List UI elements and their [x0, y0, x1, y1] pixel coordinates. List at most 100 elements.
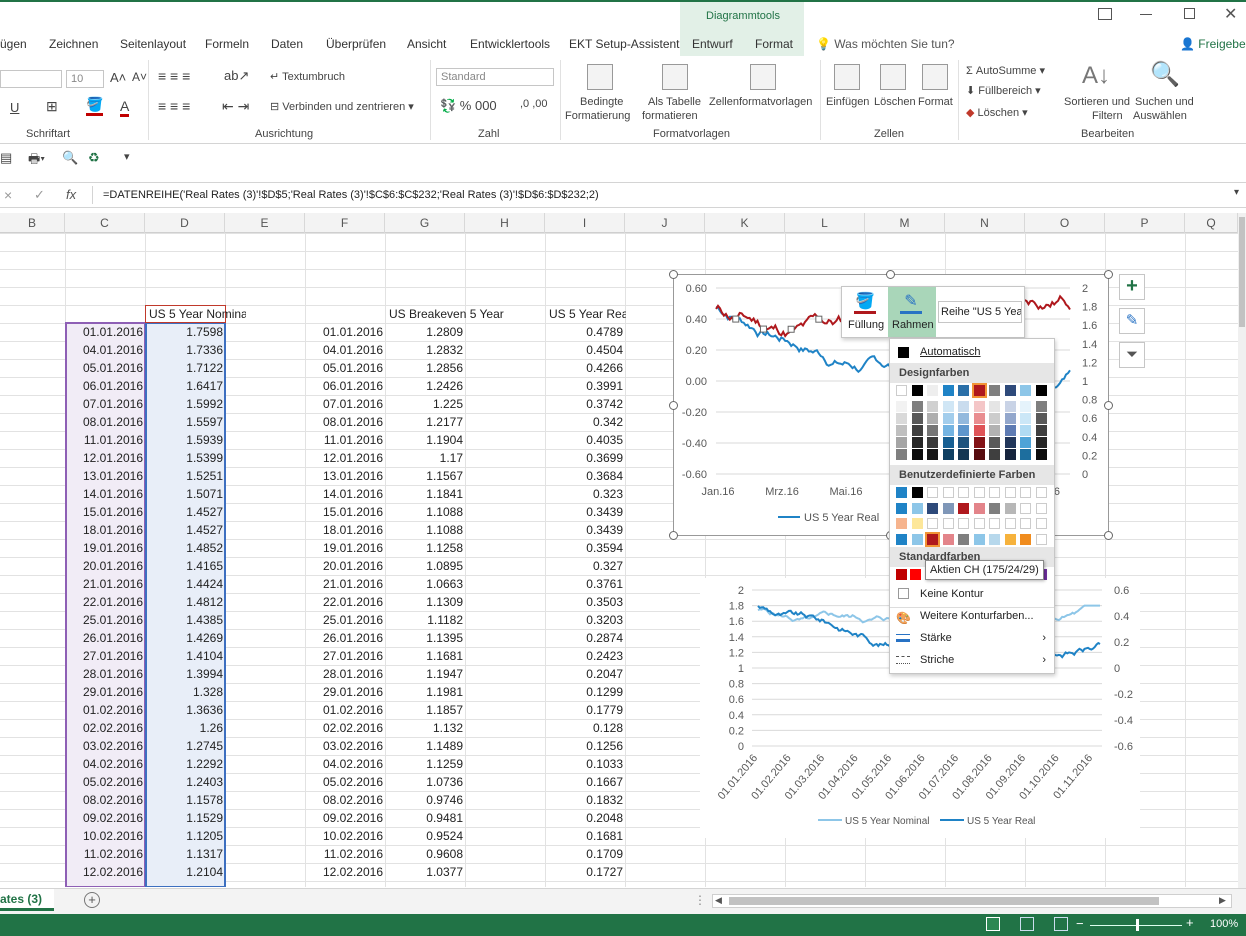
- custom-swatch[interactable]: [925, 531, 940, 547]
- cell-date-f[interactable]: 10.02.2016: [306, 827, 386, 845]
- cell-date-c[interactable]: 21.01.2016: [66, 575, 146, 593]
- col-header-g[interactable]: G: [385, 213, 465, 233]
- theme-tint-swatch[interactable]: [1035, 413, 1047, 424]
- cell-date-f[interactable]: 11.01.2016: [306, 431, 386, 449]
- header-us-breakeven[interactable]: US Breakeven 5 Year: [386, 305, 546, 323]
- cell-breakeven-g[interactable]: 1.1904: [386, 431, 466, 449]
- cell-date-c[interactable]: 03.02.2016: [66, 737, 146, 755]
- cell-breakeven-g[interactable]: 1.1182: [386, 611, 466, 629]
- cell-nominal-d[interactable]: 1.26: [146, 719, 226, 737]
- cell-nominal-d[interactable]: 1.4385: [146, 611, 226, 629]
- normal-view-icon[interactable]: [986, 917, 1000, 931]
- cell-date-f[interactable]: 06.01.2016: [306, 377, 386, 395]
- cell-date-f[interactable]: 18.01.2016: [306, 521, 386, 539]
- theme-tint-swatch[interactable]: [1020, 413, 1031, 424]
- cell-date-f[interactable]: 19.01.2016: [306, 539, 386, 557]
- custom-swatch[interactable]: [958, 487, 969, 498]
- custom-swatch[interactable]: [958, 502, 969, 514]
- conditional-formatting-label-2[interactable]: Formatierung: [565, 110, 630, 122]
- cell-nominal-d[interactable]: 1.6417: [146, 377, 226, 395]
- theme-tint-swatch[interactable]: [927, 449, 938, 460]
- theme-tint-swatch[interactable]: [1004, 437, 1016, 448]
- cell-nominal-d[interactable]: 1.4165: [146, 557, 226, 575]
- cell-real-i[interactable]: 0.3761: [546, 575, 626, 593]
- custom-swatch[interactable]: [896, 533, 907, 545]
- cell-date-f[interactable]: 01.02.2016: [306, 701, 386, 719]
- custom-swatch[interactable]: [989, 533, 1000, 545]
- cell-date-c[interactable]: 14.01.2016: [66, 485, 146, 503]
- find-select-label-1[interactable]: Suchen und: [1135, 96, 1194, 108]
- cell-date-c[interactable]: 05.02.2016: [66, 773, 146, 791]
- theme-tint-swatch[interactable]: [1004, 413, 1016, 424]
- zoom-in-icon[interactable]: +: [1186, 915, 1194, 930]
- cell-date-f[interactable]: 12.01.2016: [306, 449, 386, 467]
- cell-date-c[interactable]: 08.01.2016: [66, 413, 146, 431]
- custom-swatch[interactable]: [1004, 502, 1016, 514]
- custom-swatch[interactable]: [896, 487, 907, 498]
- cell-date-f[interactable]: 22.01.2016: [306, 593, 386, 611]
- shrink-font-icon[interactable]: A˅: [132, 70, 147, 84]
- tab-zeichnen[interactable]: Zeichnen: [49, 37, 98, 51]
- theme-tint-swatch[interactable]: [973, 425, 985, 436]
- border-icon[interactable]: ⊞: [46, 98, 58, 115]
- theme-tint-swatch[interactable]: [911, 425, 923, 436]
- cell-nominal-d[interactable]: 1.5251: [146, 467, 226, 485]
- theme-tint-swatch[interactable]: [958, 449, 969, 460]
- cell-real-i[interactable]: 0.3439: [546, 521, 626, 539]
- cell-date-c[interactable]: 19.01.2016: [66, 539, 146, 557]
- custom-swatch[interactable]: [927, 518, 938, 529]
- cell-date-f[interactable]: 29.01.2016: [306, 683, 386, 701]
- find-select-label-2[interactable]: Auswählen: [1133, 110, 1187, 122]
- theme-swatch[interactable]: [896, 385, 907, 396]
- qat-preview-icon[interactable]: 🔍: [62, 150, 78, 166]
- qat-ekt-icon[interactable]: ♻: [88, 150, 100, 166]
- cell-real-i[interactable]: 0.1681: [546, 827, 626, 845]
- custom-swatch[interactable]: [1035, 502, 1047, 514]
- cell-real-i[interactable]: 0.2874: [546, 629, 626, 647]
- chart1-series-marker[interactable]: [759, 325, 767, 333]
- theme-tint-swatch[interactable]: [1004, 449, 1016, 460]
- format-cells-label[interactable]: Format: [918, 96, 953, 108]
- cell-breakeven-g[interactable]: 0.9481: [386, 809, 466, 827]
- theme-tint-swatch[interactable]: [973, 401, 985, 412]
- orientation-icon[interactable]: ab↗: [224, 68, 249, 84]
- cell-date-c[interactable]: 04.01.2016: [66, 341, 146, 359]
- font-name-select[interactable]: [0, 70, 62, 88]
- fill-label[interactable]: Füllung: [848, 319, 884, 331]
- theme-tint-swatch[interactable]: [1004, 401, 1016, 412]
- qat-print-icon[interactable]: 🖶▾: [28, 150, 45, 172]
- cell-real-i[interactable]: 0.4266: [546, 359, 626, 377]
- cell-breakeven-g[interactable]: 1.225: [386, 395, 466, 413]
- share-button[interactable]: 👤 Freigeben: [1180, 37, 1246, 51]
- theme-tint-swatch[interactable]: [942, 413, 954, 424]
- col-header-f[interactable]: F: [305, 213, 385, 233]
- cell-date-f[interactable]: 01.01.2016: [306, 323, 386, 341]
- theme-tint-swatch[interactable]: [958, 401, 969, 412]
- resize-handle-se[interactable]: [1104, 531, 1113, 540]
- custom-swatch[interactable]: [1035, 518, 1047, 529]
- resize-handle-n[interactable]: [886, 270, 895, 279]
- cell-date-f[interactable]: 15.01.2016: [306, 503, 386, 521]
- custom-swatch[interactable]: [927, 502, 938, 514]
- custom-swatch[interactable]: [989, 518, 1000, 529]
- cell-date-c[interactable]: 26.01.2016: [66, 629, 146, 647]
- tab-entwicklertools[interactable]: Entwicklertools: [470, 37, 550, 51]
- qat-icon[interactable]: ▤: [0, 150, 12, 166]
- cell-date-f[interactable]: 27.01.2016: [306, 647, 386, 665]
- cell-nominal-d[interactable]: 1.4852: [146, 539, 226, 557]
- cell-date-f[interactable]: 03.02.2016: [306, 737, 386, 755]
- fill-color-icon[interactable]: 🪣: [86, 96, 104, 116]
- cell-real-i[interactable]: 0.3684: [546, 467, 626, 485]
- cancel-icon[interactable]: ×: [4, 187, 12, 203]
- menu-more-colors[interactable]: Weitere Konturfarben...: [890, 605, 1054, 627]
- custom-swatch[interactable]: [973, 533, 985, 545]
- cell-date-f[interactable]: 08.01.2016: [306, 413, 386, 431]
- col-header-o[interactable]: O: [1025, 213, 1105, 233]
- cell-date-f[interactable]: 20.01.2016: [306, 557, 386, 575]
- col-header-m[interactable]: M: [865, 213, 945, 233]
- cell-date-f[interactable]: 07.01.2016: [306, 395, 386, 413]
- custom-swatch[interactable]: [973, 518, 985, 529]
- cell-breakeven-g[interactable]: 1.0736: [386, 773, 466, 791]
- cell-breakeven-g[interactable]: 1.1258: [386, 539, 466, 557]
- theme-swatch[interactable]: [989, 385, 1000, 396]
